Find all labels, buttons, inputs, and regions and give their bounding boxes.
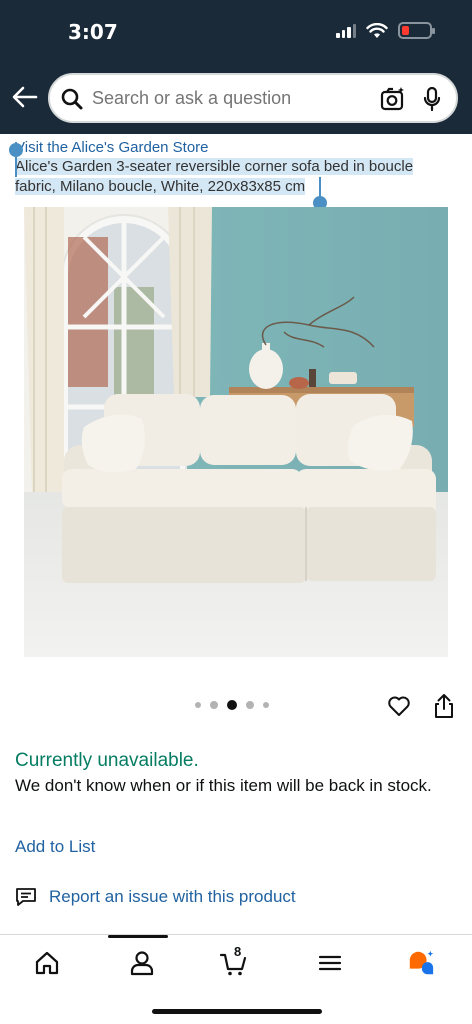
status-bar: 3:07	[0, 0, 472, 62]
camera-search-icon[interactable]	[380, 86, 406, 112]
carousel-dot[interactable]	[210, 701, 218, 709]
wifi-icon	[366, 22, 388, 38]
add-to-list-link[interactable]: Add to List	[15, 837, 95, 857]
store-link[interactable]: Visit the Alice's Garden Store	[15, 139, 465, 156]
rufus-icon[interactable]	[407, 949, 435, 977]
status-time: 3:07	[68, 20, 118, 44]
search-bar[interactable]	[48, 73, 458, 123]
stock-message: We don't know when or if this item will …	[15, 776, 432, 795]
comment-icon	[16, 888, 36, 906]
home-icon[interactable]	[33, 949, 61, 977]
cart-icon[interactable]	[219, 949, 247, 977]
carousel-dot[interactable]	[263, 702, 269, 708]
active-tab-indicator	[108, 935, 168, 938]
battery-icon	[398, 22, 435, 39]
microphone-icon[interactable]	[422, 86, 442, 112]
report-issue-link[interactable]: Report an issue with this product	[49, 887, 296, 907]
report-issue-row[interactable]: Report an issue with this product	[15, 887, 296, 907]
availability-status: Currently unavailable.	[15, 750, 199, 771]
product-title-text: Alice's Garden 3-seater reversible corne…	[15, 158, 414, 195]
signal-icon	[336, 23, 356, 38]
carousel-dot[interactable]	[246, 701, 254, 709]
menu-icon[interactable]	[316, 949, 344, 977]
cart-count-badge: 8	[234, 944, 242, 959]
product-title: Alice's Garden 3-seater reversible corne…	[15, 157, 457, 197]
header	[0, 62, 472, 134]
home-indicator	[152, 1009, 322, 1014]
carousel-dot[interactable]	[195, 702, 201, 708]
back-arrow-icon[interactable]	[10, 82, 38, 112]
search-input[interactable]	[92, 88, 362, 109]
product-image[interactable]	[24, 207, 448, 657]
selection-start-bar	[15, 157, 17, 177]
account-icon[interactable]	[128, 949, 156, 977]
selection-end-bar	[319, 177, 321, 197]
image-carousel-dots[interactable]	[195, 700, 269, 710]
selection-start-handle[interactable]	[9, 143, 23, 157]
carousel-dot-active[interactable]	[227, 700, 237, 710]
status-icons	[336, 22, 435, 39]
heart-icon[interactable]	[387, 694, 411, 718]
share-icon[interactable]	[433, 693, 455, 719]
search-icon	[61, 88, 83, 110]
